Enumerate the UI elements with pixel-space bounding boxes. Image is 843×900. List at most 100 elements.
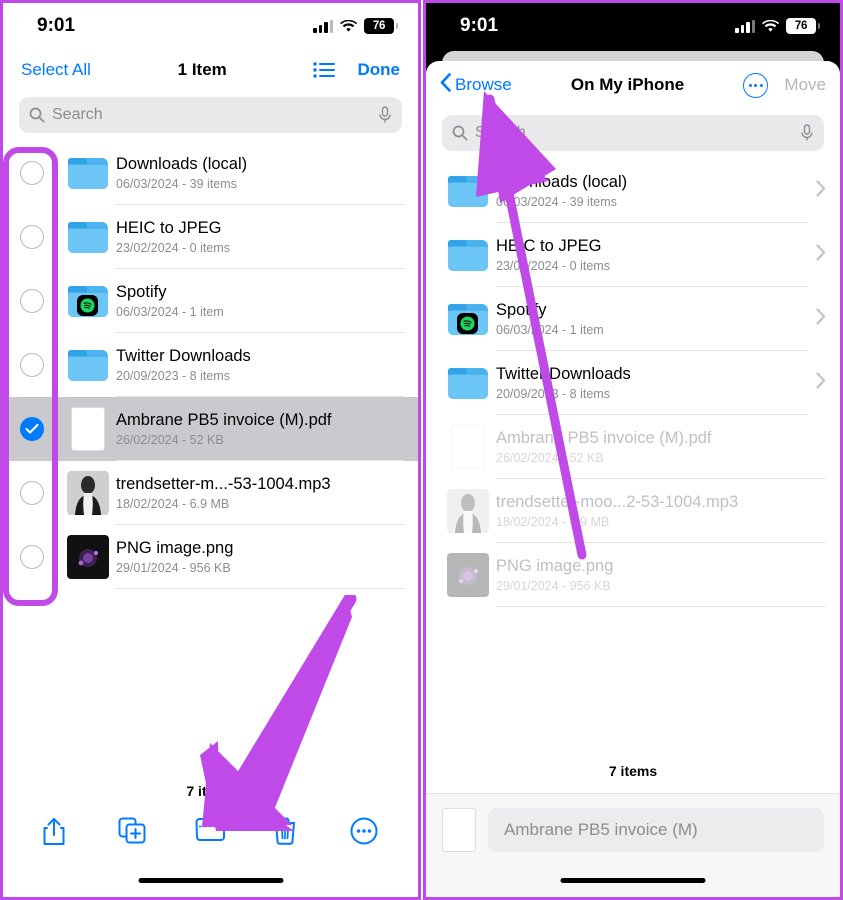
move-button[interactable]: Move [784,75,826,95]
chevron-right-icon [816,371,826,395]
search-input[interactable]: Search [442,115,824,151]
file-name: Spotify [116,283,167,301]
row-icon-cell [440,553,496,597]
row-icon-cell [60,535,116,579]
row-checkbox-cell[interactable] [3,545,60,569]
row-icon-cell [60,221,116,253]
table-row[interactable]: trendsetter-m...-53-1004.mp3 18/02/2024 -… [3,461,418,525]
table-row[interactable]: Spotify 06/03/2024 - 1 item [426,287,840,351]
microphone-icon[interactable] [378,106,392,124]
row-icon-cell [440,489,496,533]
file-name: Twitter Downloads [116,347,251,365]
done-button[interactable]: Done [357,60,400,80]
right-search-wrap: Search [426,109,840,159]
row-icon-cell [440,425,496,469]
file-meta: 18/02/2024 - 6.9 MB [496,515,610,529]
table-row[interactable]: Ambrane PB5 invoice (M).pdf 26/02/2024 - … [3,397,418,461]
row-icon-cell [440,367,496,399]
table-row[interactable]: PNG image.png 29/01/2024 - 956 KB [3,525,418,589]
checkbox-checked-icon[interactable] [19,417,44,441]
left-nav-right-group: Done [313,60,400,80]
folder-icon [448,367,488,399]
checkbox-unchecked-icon[interactable] [19,545,44,569]
browse-back-label: Browse [455,75,512,94]
folder-icon [68,157,108,189]
right-phone-panel: 9:01 76 Browse On My iPhone Move Search … [423,0,843,900]
browse-back-button[interactable]: Browse [440,73,512,97]
checkbox-unchecked-icon[interactable] [19,225,44,249]
cellular-signal-icon [313,19,333,33]
row-icon-cell [60,471,116,515]
list-view-icon[interactable] [313,62,336,78]
folder-icon [68,221,108,253]
file-name: Ambrane PB5 invoice (M).pdf [116,411,332,429]
left-nav-title: 1 Item [177,60,227,79]
more-icon[interactable] [350,817,380,847]
duplicate-icon[interactable] [118,817,148,847]
row-text-block: HEIC to JPEG 23/02/2024 - 0 items [496,223,808,287]
table-row[interactable]: HEIC to JPEG 23/02/2024 - 0 items [426,223,840,287]
row-text-block: PNG image.png 29/01/2024 - 956 KB [116,525,404,589]
table-row[interactable]: Downloads (local) 06/03/2024 - 39 items [426,159,840,223]
filename-field[interactable]: Ambrane PB5 invoice (M) [488,808,824,852]
row-checkbox-cell[interactable] [3,289,60,313]
file-meta: 06/03/2024 - 1 item [116,305,224,319]
table-row: Ambrane PB5 invoice (M).pdf 26/02/2024 - … [426,415,840,479]
row-text-block: Ambrane PB5 invoice (M).pdf 26/02/2024 - … [116,397,404,461]
checkbox-unchecked-icon[interactable] [19,161,44,185]
status-time: 9:01 [37,15,76,36]
left-item-count: 7 items [186,783,235,799]
row-text-block: trendsetter-m...-53-1004.mp3 18/02/2024 -… [116,461,404,525]
screenshot-stage: 9:01 76 Select All 1 Item Done Search Do… [0,0,843,900]
right-nav-bar: Browse On My iPhone Move [426,61,840,109]
move-to-folder-icon[interactable] [195,817,226,847]
audio-artwork-thumbnail [67,471,109,515]
chevron-right-icon [816,307,826,331]
table-row[interactable]: Twitter Downloads 20/09/2023 - 8 items [3,333,418,397]
file-meta: 29/01/2024 - 956 KB [116,561,231,575]
row-text-block: Spotify 06/03/2024 - 1 item [496,287,808,351]
chevron-left-icon [440,73,451,97]
table-row[interactable]: Spotify 06/03/2024 - 1 item [3,269,418,333]
select-all-button[interactable]: Select All [21,60,91,80]
wifi-icon [340,19,357,33]
row-text-block: Spotify 06/03/2024 - 1 item [116,269,404,333]
checkbox-unchecked-icon[interactable] [19,289,44,313]
microphone-icon[interactable] [800,124,814,142]
file-meta: 26/02/2024 - 52 KB [116,433,224,447]
delete-icon[interactable] [273,817,303,847]
file-name: Twitter Downloads [496,365,631,383]
table-row: trendsetter-moo...2-53-1004.mp3 18/02/202… [426,479,840,543]
checkbox-unchecked-icon[interactable] [19,353,44,377]
pdf-thumbnail [442,808,476,852]
row-icon-cell [60,349,116,381]
move-sheet: Browse On My iPhone Move Search Download… [426,61,840,897]
file-meta: 29/01/2024 - 956 KB [496,579,611,593]
row-checkbox-cell[interactable] [3,353,60,377]
checkbox-unchecked-icon[interactable] [19,481,44,505]
status-bar-left: 9:01 76 [3,3,418,49]
home-indicator-right [560,878,706,883]
audio-artwork-thumbnail [447,489,489,533]
row-checkbox-cell[interactable] [3,161,60,185]
folder-icon [448,239,488,271]
chevron-right-icon [816,243,826,267]
folder-icon [448,175,488,207]
row-text-block: Downloads (local) 06/03/2024 - 39 items [116,141,404,205]
battery-icon: 76 [364,18,398,34]
left-search-wrap: Search [3,91,418,141]
file-meta: 20/09/2023 - 8 items [496,387,610,401]
table-row[interactable]: HEIC to JPEG 23/02/2024 - 0 items [3,205,418,269]
row-checkbox-cell[interactable] [3,417,60,441]
search-placeholder: Search [475,124,526,141]
row-checkbox-cell[interactable] [3,481,60,505]
row-checkbox-cell[interactable] [3,225,60,249]
right-nav-right-group: Move [743,72,826,98]
folder-spotify-icon [68,285,108,317]
table-row[interactable]: Downloads (local) 06/03/2024 - 39 items [3,141,418,205]
search-input[interactable]: Search [19,97,402,133]
more-icon[interactable] [743,72,769,98]
file-name: HEIC to JPEG [496,237,602,255]
share-icon[interactable] [41,817,71,847]
table-row[interactable]: Twitter Downloads 20/09/2023 - 8 items [426,351,840,415]
